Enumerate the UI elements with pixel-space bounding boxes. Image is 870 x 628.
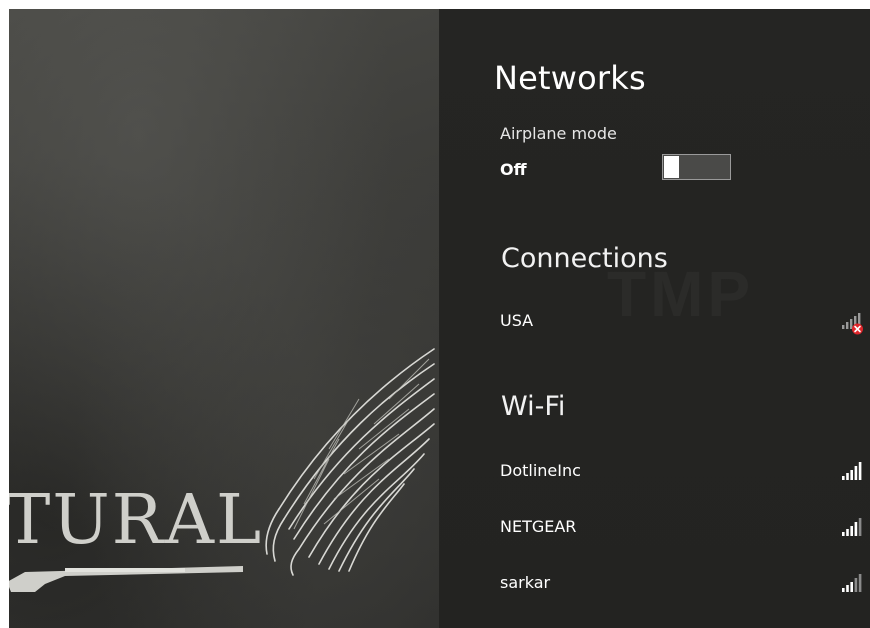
wifi-signal-icon xyxy=(842,462,862,480)
connection-item-usa[interactable]: USA xyxy=(439,300,870,342)
wallpaper-title-text: TURAL xyxy=(9,481,264,560)
wifi-item-dotlineinc[interactable]: DotlineInc xyxy=(439,450,870,492)
desktop-wallpaper: TURAL xyxy=(9,9,439,628)
cellular-signal-disconnected-icon xyxy=(842,313,863,335)
wifi-heading: Wi-Fi xyxy=(501,391,566,422)
networks-panel: TMP Networks Airplane mode Off Connectio… xyxy=(439,9,870,628)
wing-artwork xyxy=(265,348,435,576)
rifle-artwork xyxy=(9,566,243,592)
wifi-item-netgear[interactable]: NETGEAR xyxy=(439,506,870,548)
wifi-item-sarkar[interactable]: sarkar xyxy=(439,562,870,604)
panel-title: Networks xyxy=(494,59,646,97)
airplane-mode-label: Airplane mode xyxy=(500,124,617,143)
connection-name: USA xyxy=(500,311,534,330)
airplane-mode-toggle[interactable] xyxy=(662,154,731,180)
wifi-signal-icon xyxy=(842,518,862,536)
screen: TURAL TMP Networks Airplane mode Off Con… xyxy=(9,9,870,628)
airplane-mode-state: Off xyxy=(500,160,527,179)
wifi-signal-icon xyxy=(842,574,862,592)
toggle-thumb[interactable] xyxy=(664,156,679,178)
wifi-network-name: sarkar xyxy=(500,573,551,592)
connections-heading: Connections xyxy=(501,243,668,274)
wifi-network-name: NETGEAR xyxy=(500,517,577,536)
wifi-network-name: DotlineInc xyxy=(500,461,581,480)
